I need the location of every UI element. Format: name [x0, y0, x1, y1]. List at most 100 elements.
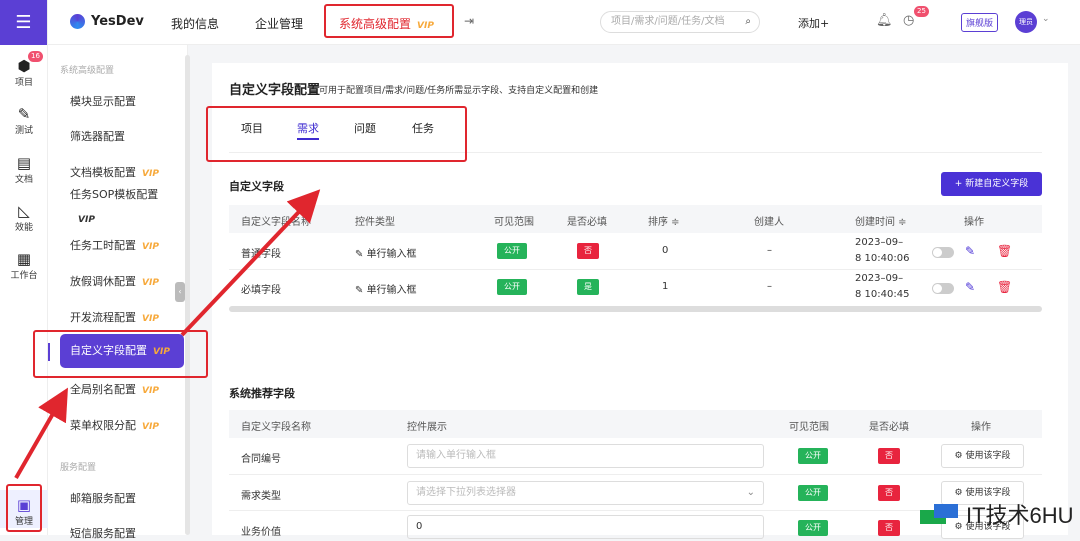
chevron-down-icon[interactable]: ⌄ [1042, 14, 1050, 24]
scope-tag: 公开 [497, 243, 527, 259]
row-divider [229, 474, 1042, 475]
watermark-logo [920, 504, 958, 524]
sort-value: 0 [662, 245, 669, 256]
sidebar-item-email[interactable]: 邮箱服务配置 [70, 490, 136, 506]
rail-label: 文档 [14, 175, 33, 185]
sidebar-item-doc-template[interactable]: 文档模板配置 VIP [70, 164, 159, 180]
sidebar-item-sop-template[interactable]: 任务SOP模板配置 [70, 186, 158, 202]
enable-toggle[interactable] [932, 247, 954, 258]
exit-icon[interactable]: ⇥ [464, 14, 474, 28]
search-icon: ⌕ [745, 16, 751, 27]
sidebar-item-dev-flow[interactable]: 开发流程配置 VIP [70, 309, 159, 325]
config-sidebar: 系统高级配置 模块显示配置 筛选器配置 文档模板配置 VIP 任务SOP模板配置 … [48, 45, 190, 540]
chevron-down-icon: ⌄ [746, 487, 755, 498]
edit-icon[interactable]: ✎ [965, 244, 975, 258]
field-control: ✎ 单行输入框 [355, 245, 417, 260]
avatar[interactable]: 理员 [1015, 11, 1037, 33]
vip-badge: VIP [78, 215, 95, 225]
test-icon: ✎ [17, 105, 31, 123]
required-tag: 是 [577, 279, 599, 295]
nav-enterprise[interactable]: 企业管理 [255, 15, 303, 32]
custom-table-header: 自定义字段名称 控件类型 可见范围 是否必填 排序 ≑ 创建人 创建时间 ≑ 操… [229, 205, 1042, 233]
clock-icon[interactable]: ◷ [903, 13, 914, 28]
sidebar-item-menu-permission[interactable]: 菜单权限分配 VIP [70, 417, 159, 433]
enable-toggle[interactable] [932, 283, 954, 294]
creator: – [767, 281, 772, 292]
column-header-sortable[interactable]: 创建时间 ≑ [855, 213, 907, 228]
text-input-preview[interactable]: 请输入单行输入框 [407, 444, 764, 468]
sidebar-item-module-display[interactable]: 模块显示配置 [70, 93, 136, 109]
gear-icon: ⚙ [954, 488, 966, 498]
sidebar-item-label: 任务工时配置 [70, 239, 136, 252]
recommend-table-header: 自定义字段名称 控件展示 可见范围 是否必填 操作 [229, 410, 1042, 438]
collapse-handle[interactable]: ‹ [175, 282, 185, 302]
search-input[interactable]: 项目/需求/问题/任务/文档 ⌕ [600, 11, 760, 33]
table-scrollbar[interactable] [229, 306, 1042, 312]
scope-tag: 公开 [497, 279, 527, 295]
created-time: 2023–09– [855, 273, 904, 284]
select-preview[interactable]: 请选择下拉列表选择器 ⌄ [407, 481, 764, 505]
sidebar-item-alias[interactable]: 全局别名配置 VIP [70, 381, 159, 397]
notice-badge: 25 [914, 6, 929, 17]
new-custom-field-button[interactable]: + 新建自定义字段 [941, 172, 1042, 196]
field-name: 需求类型 [241, 491, 281, 502]
custom-section-title: 自定义字段 [229, 180, 284, 193]
sidebar-scrollbar[interactable] [185, 55, 190, 535]
scope-tag: 公开 [798, 448, 828, 464]
control-text: 单行输入框 [366, 249, 417, 260]
vip-badge: VIP [142, 169, 159, 179]
delete-icon[interactable]: 🗑︎ [997, 244, 1012, 258]
input-value: 0 [416, 521, 423, 532]
vip-badge: VIP [142, 314, 159, 324]
column-header: 可见范围 [789, 422, 829, 433]
column-header: 自定义字段名称 [241, 422, 311, 433]
recommend-section-title: 系统推荐字段 [229, 387, 295, 400]
pencil-icon: ✎ [355, 249, 367, 260]
column-header: 控件类型 [355, 217, 395, 228]
rail-item-efficiency[interactable]: ◺ 效能 [0, 202, 48, 233]
number-input-preview[interactable]: 0 [407, 515, 764, 539]
sort-value: 1 [662, 281, 669, 292]
bell-icon[interactable]: 🔔︎ [876, 13, 893, 28]
rail-label: 测试 [14, 126, 33, 136]
field-name: 合同编号 [241, 454, 281, 465]
sidebar-item-holiday[interactable]: 放假调休配置 VIP [70, 273, 159, 289]
rail-item-project[interactable]: ⬢ 16 项目 [0, 51, 48, 88]
sidebar-item-filter[interactable]: 筛选器配置 [70, 128, 125, 144]
column-header: 操作 [964, 217, 984, 228]
menu-icon[interactable]: ☰ [0, 0, 47, 45]
control-text: 单行输入框 [366, 285, 417, 296]
sidebar-item-label: 菜单权限分配 [70, 419, 136, 432]
logo-text: YesDev [91, 14, 144, 29]
sidebar-item-sms[interactable]: 短信服务配置 [70, 525, 136, 541]
use-field-button[interactable]: ⚙ 使用该字段 [941, 444, 1024, 468]
vip-badge: VIP [142, 278, 159, 288]
row-divider [229, 269, 1042, 270]
logo[interactable]: YesDev [70, 14, 144, 29]
created-time: 8 10:40:45 [855, 289, 910, 300]
rail-item-workbench[interactable]: ▦ 工作台 [0, 250, 48, 281]
rail-item-test[interactable]: ✎ 测试 [0, 105, 48, 136]
column-header: 控件展示 [407, 422, 447, 433]
use-field-label: 使用该字段 [965, 451, 1011, 461]
pencil-icon: ✎ [355, 285, 367, 296]
edition-badge: 旗舰版 [961, 13, 999, 32]
document-icon: ▤ [16, 154, 32, 172]
grid-icon: ▦ [16, 250, 32, 268]
highlight-box-admin [6, 484, 42, 532]
logo-icon [70, 14, 85, 29]
field-name: 必填字段 [241, 285, 281, 296]
add-button[interactable]: 添加+ [798, 15, 829, 31]
sidebar-item-label: 全局别名配置 [70, 383, 136, 396]
nav-my-info[interactable]: 我的信息 [171, 15, 219, 32]
top-bar: YesDev 我的信息 企业管理 系统高级配置 VIP ⇥ 项目/需求/问题/任务… [48, 0, 1080, 45]
use-field-label: 使用该字段 [965, 488, 1011, 498]
edit-icon[interactable]: ✎ [965, 280, 975, 294]
rail-item-docs[interactable]: ▤ 文档 [0, 154, 48, 185]
delete-icon[interactable]: 🗑︎ [997, 280, 1012, 294]
column-header: 是否必填 [869, 422, 909, 433]
column-header-sortable[interactable]: 排序 ≑ [648, 213, 680, 228]
column-header: 可见范围 [494, 217, 534, 228]
required-tag: 否 [878, 520, 900, 536]
sidebar-item-worktime[interactable]: 任务工时配置 VIP [70, 237, 159, 253]
